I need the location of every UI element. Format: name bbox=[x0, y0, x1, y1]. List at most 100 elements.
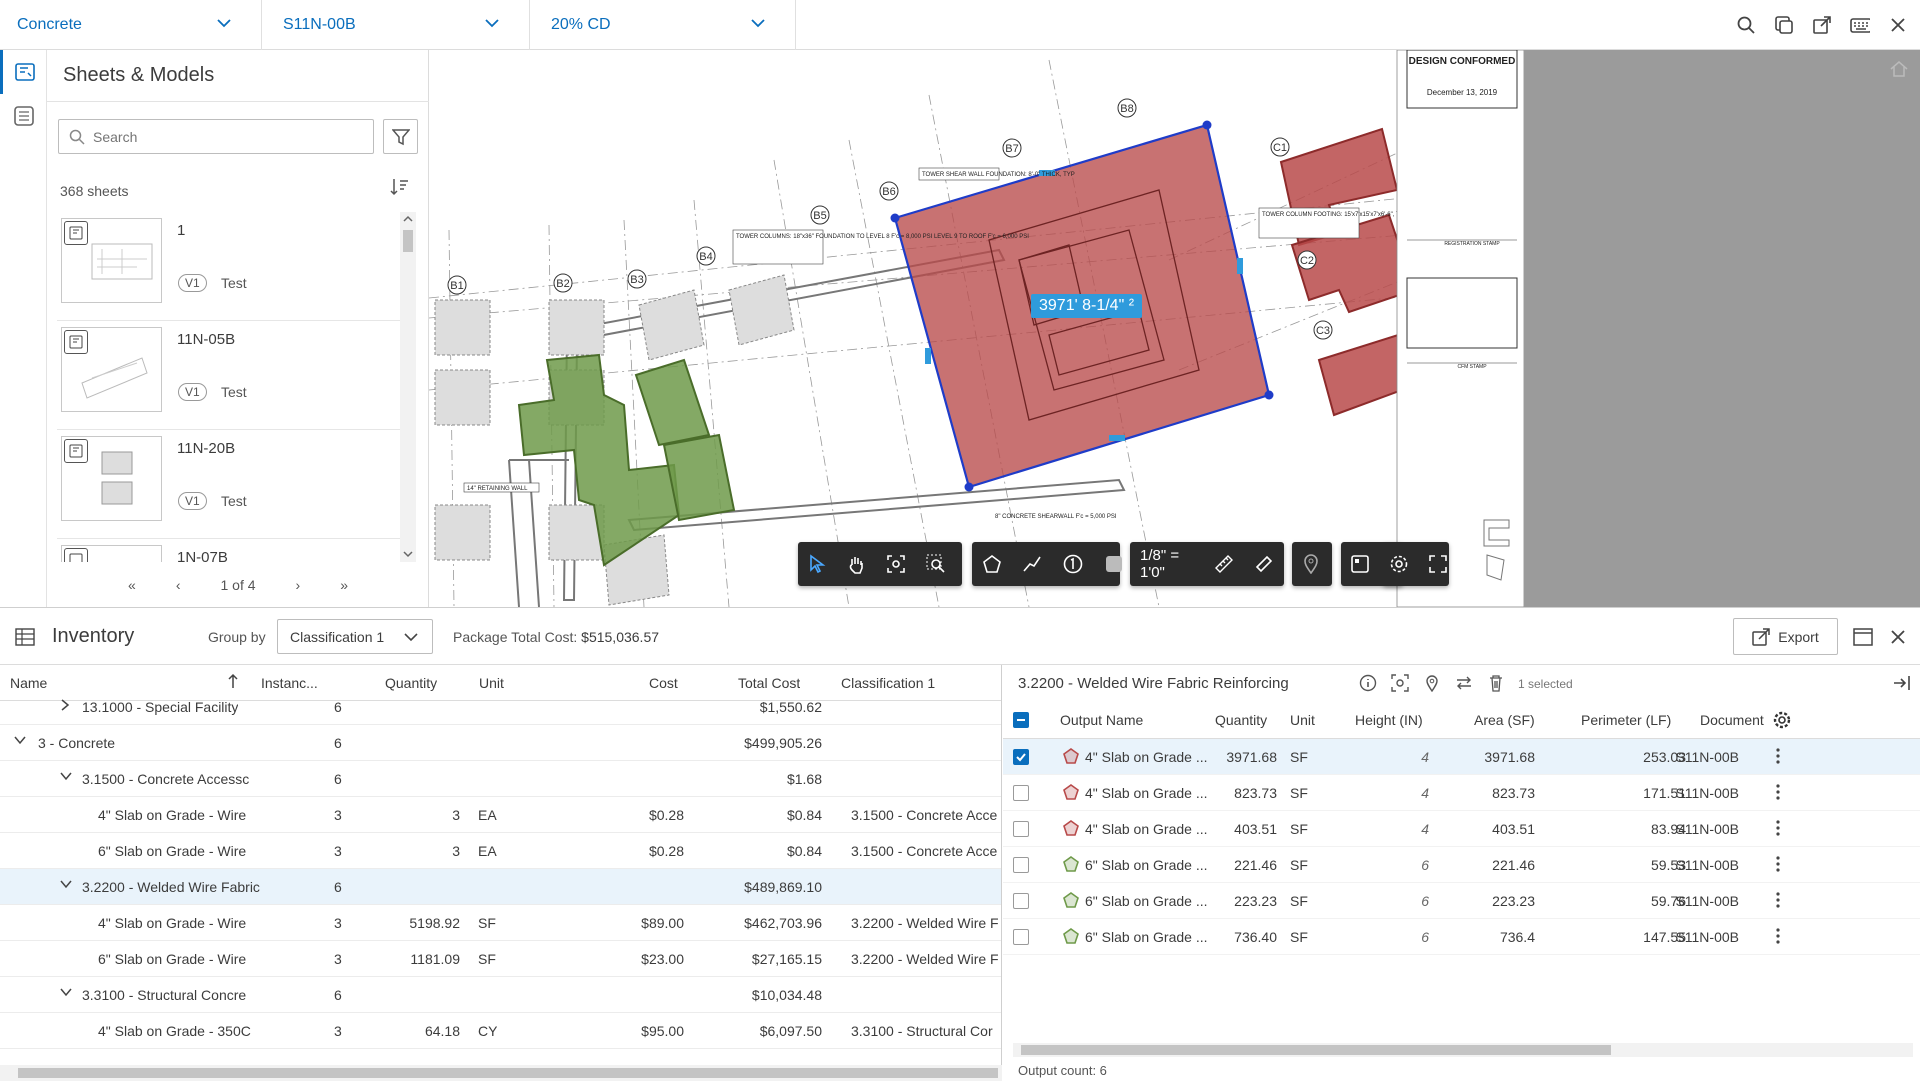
sort-icon[interactable] bbox=[389, 177, 409, 197]
polygon-icon[interactable] bbox=[982, 554, 1002, 574]
select-all-checkbox[interactable] bbox=[1013, 712, 1029, 728]
close-icon[interactable] bbox=[1890, 629, 1906, 645]
table-row[interactable]: 6" Slab on Grade - Wire 3 1181.09 SF $23.00 $… bbox=[0, 941, 1001, 977]
calibrate-icon[interactable] bbox=[1214, 554, 1234, 574]
count-icon[interactable] bbox=[1062, 553, 1084, 575]
more-options-icon[interactable] bbox=[1775, 819, 1781, 837]
cell-name: 3.1500 - Concrete Accessc bbox=[82, 771, 250, 787]
more-options-icon[interactable] bbox=[1775, 783, 1781, 801]
next-page-button[interactable]: › bbox=[296, 577, 301, 593]
col-height[interactable]: Height (IN) bbox=[1355, 712, 1423, 728]
row-checkbox[interactable] bbox=[1013, 749, 1029, 765]
detail-scrollbar[interactable] bbox=[1013, 1043, 1913, 1057]
table-row[interactable]: 4" Slab on Grade - Wire 3 5198.92 SF $89.00 $… bbox=[0, 905, 1001, 941]
search-box[interactable] bbox=[58, 119, 374, 154]
linear-icon[interactable] bbox=[1022, 554, 1042, 574]
table-row[interactable]: 3.3100 - Structural Concre 6 $10,034.48 bbox=[0, 977, 1001, 1013]
chevron-down-icon[interactable] bbox=[60, 987, 72, 997]
chevron-right-icon[interactable] bbox=[60, 699, 70, 711]
select-icon[interactable] bbox=[808, 554, 826, 574]
swap-icon[interactable] bbox=[1454, 673, 1474, 693]
table-row[interactable]: 4" Slab on Grade - 350C 3 64.18 CY $95.00 $6,… bbox=[0, 1013, 1001, 1049]
row-checkbox[interactable] bbox=[1013, 893, 1029, 909]
output-row[interactable]: 4" Slab on Grade ... 403.51 SF 4 403.51 83.94… bbox=[1003, 811, 1920, 847]
group-by-select[interactable]: Classification 1 bbox=[277, 619, 433, 654]
fullscreen-icon[interactable] bbox=[1429, 555, 1447, 573]
table-scrollbar[interactable] bbox=[0, 1065, 1002, 1081]
version-dropdown[interactable]: 20% CD bbox=[530, 0, 796, 50]
close-icon[interactable] bbox=[1888, 15, 1908, 35]
col-unit[interactable]: Unit bbox=[1290, 712, 1315, 728]
ruler-icon[interactable] bbox=[1254, 554, 1274, 574]
row-checkbox[interactable] bbox=[1013, 929, 1029, 945]
sheet-list-scrollbar[interactable] bbox=[400, 212, 416, 562]
output-row[interactable]: 6" Slab on Grade ... 223.23 SF 6 223.23 59.76… bbox=[1003, 883, 1920, 919]
output-row[interactable]: 4" Slab on Grade ... 823.73 SF 4 823.73 171.5… bbox=[1003, 775, 1920, 811]
col-area[interactable]: Area (SF) bbox=[1474, 712, 1535, 728]
chevron-down-icon[interactable] bbox=[14, 735, 26, 745]
info-icon[interactable] bbox=[1358, 673, 1378, 693]
list-item[interactable]: 11N-20B V1 Test bbox=[57, 430, 407, 539]
search-icon[interactable] bbox=[1736, 15, 1756, 35]
sheet-view-icon[interactable] bbox=[1351, 555, 1369, 573]
first-page-button[interactable]: « bbox=[128, 577, 136, 593]
col-output-name[interactable]: Output Name bbox=[1060, 712, 1143, 728]
version-badge: V1 bbox=[178, 274, 207, 292]
more-options-icon[interactable] bbox=[1775, 891, 1781, 909]
row-checkbox[interactable] bbox=[1013, 785, 1029, 801]
search-input[interactable] bbox=[93, 128, 353, 145]
table-row[interactable]: 3.2200 - Welded Wire Fabric ... 6 $489,869… bbox=[0, 869, 1001, 905]
scale-value[interactable]: 1/8" = 1'0" bbox=[1140, 547, 1194, 581]
maximize-icon[interactable] bbox=[1853, 628, 1873, 646]
col-quantity[interactable]: Quantity bbox=[1215, 712, 1267, 728]
cell-quantity: 64.18 bbox=[424, 1023, 460, 1039]
row-checkbox[interactable] bbox=[1013, 821, 1029, 837]
home-icon[interactable] bbox=[1889, 60, 1909, 78]
cell-name: 6" Slab on Grade ... bbox=[1085, 857, 1208, 873]
drawing-canvas[interactable]: B1 B2 B3 B4 B5 B6 B7 B8 C1 C2 C3 TOWER S… bbox=[429, 50, 1920, 607]
chevron-down-icon[interactable] bbox=[60, 879, 72, 889]
last-page-button[interactable]: » bbox=[340, 577, 348, 593]
compare-icon[interactable] bbox=[1774, 15, 1794, 35]
row-checkbox[interactable] bbox=[1013, 857, 1029, 873]
table-row[interactable]: 6" Slab on Grade - Wire 3 3 EA $0.28 $0.84 3.1… bbox=[0, 833, 1001, 869]
chevron-down-icon[interactable] bbox=[60, 771, 72, 781]
list-item[interactable]: 1 V1 Test bbox=[57, 212, 407, 321]
list-item[interactable]: 11N-05B V1 Test bbox=[57, 321, 407, 430]
gear-icon[interactable] bbox=[1389, 554, 1409, 574]
sheets-tab[interactable] bbox=[0, 50, 47, 94]
table-row[interactable]: 13.1000 - Special Facility 6 $1,550.62 bbox=[0, 689, 1001, 725]
color-icon[interactable] bbox=[1104, 554, 1124, 574]
pin-icon[interactable] bbox=[1302, 554, 1320, 574]
keyboard-icon[interactable] bbox=[1850, 15, 1870, 35]
models-tab[interactable] bbox=[0, 94, 47, 138]
sheet-count: 368 sheets bbox=[60, 183, 129, 199]
export-button[interactable]: Export bbox=[1733, 618, 1838, 655]
gear-icon[interactable] bbox=[1773, 711, 1791, 729]
sort-asc-icon[interactable] bbox=[227, 673, 239, 689]
pan-icon[interactable] bbox=[846, 554, 866, 574]
collapse-panel-icon[interactable] bbox=[1892, 674, 1912, 692]
output-row[interactable]: 4" Slab on Grade ... 3971.68 SF 4 3971.68 253… bbox=[1003, 739, 1920, 775]
package-dropdown[interactable]: Concrete bbox=[0, 0, 262, 50]
prev-page-button[interactable]: ‹ bbox=[176, 577, 181, 593]
table-row[interactable]: 3 - Concrete 6 $499,905.26 bbox=[0, 725, 1001, 761]
zoom-to-icon[interactable] bbox=[1390, 673, 1410, 693]
col-document[interactable]: Document bbox=[1700, 712, 1764, 728]
zoom-fit-icon[interactable] bbox=[886, 554, 906, 574]
more-options-icon[interactable] bbox=[1775, 747, 1781, 765]
table-row[interactable]: 4" Slab on Grade - Wire 3 3 EA $0.28 $0.84 3.1… bbox=[0, 797, 1001, 833]
filter-button[interactable] bbox=[383, 119, 418, 154]
more-options-icon[interactable] bbox=[1775, 927, 1781, 945]
table-row[interactable]: 3.1500 - Concrete Accessc 6 $1.68 bbox=[0, 761, 1001, 797]
list-item[interactable]: 1N-07B bbox=[57, 539, 407, 562]
location-icon[interactable] bbox=[1422, 673, 1442, 693]
output-row[interactable]: 6" Slab on Grade ... 221.46 SF 6 221.46 59.53… bbox=[1003, 847, 1920, 883]
zoom-window-icon[interactable] bbox=[926, 554, 946, 574]
col-perimeter[interactable]: Perimeter (LF) bbox=[1581, 712, 1671, 728]
share-icon[interactable] bbox=[1812, 15, 1832, 35]
sheet-dropdown[interactable]: S11N-00B bbox=[262, 0, 530, 50]
more-options-icon[interactable] bbox=[1775, 855, 1781, 873]
output-row[interactable]: 6" Slab on Grade ... 736.40 SF 6 736.4 147.55… bbox=[1003, 919, 1920, 955]
delete-icon[interactable] bbox=[1486, 673, 1506, 693]
